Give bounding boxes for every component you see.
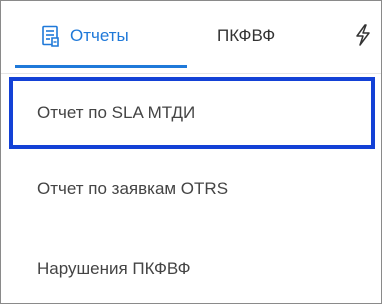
lightning-icon	[353, 24, 373, 51]
active-tab-indicator	[15, 65, 187, 68]
menu-item-label: Отчет по заявкам OTRS	[37, 179, 229, 198]
menu-item-otrs-report[interactable]: Отчет по заявкам OTRS	[1, 154, 381, 224]
report-icon	[41, 25, 61, 47]
tab-pkfvf-label: ПКФВФ	[217, 26, 276, 45]
tab-pkfvf[interactable]: ПКФВФ	[217, 23, 275, 49]
tab-lightning[interactable]	[353, 23, 373, 47]
menu-item-label: Нарушения ПКФВФ	[37, 259, 191, 278]
reports-panel: Отчеты ПКФВФ Отчет по SLA МТДИ Отчет по …	[0, 0, 382, 304]
tab-reports[interactable]: Отчеты	[41, 23, 129, 49]
menu-item-pkfvf-violations[interactable]: Нарушения ПКФВФ	[1, 234, 381, 303]
menu-item-label: Отчет по SLA МТДИ	[37, 103, 196, 122]
tab-reports-label: Отчеты	[70, 26, 129, 45]
menu-item-sla-report[interactable]: Отчет по SLA МТДИ	[9, 77, 375, 149]
tab-bar: Отчеты ПКФВФ	[1, 1, 381, 74]
